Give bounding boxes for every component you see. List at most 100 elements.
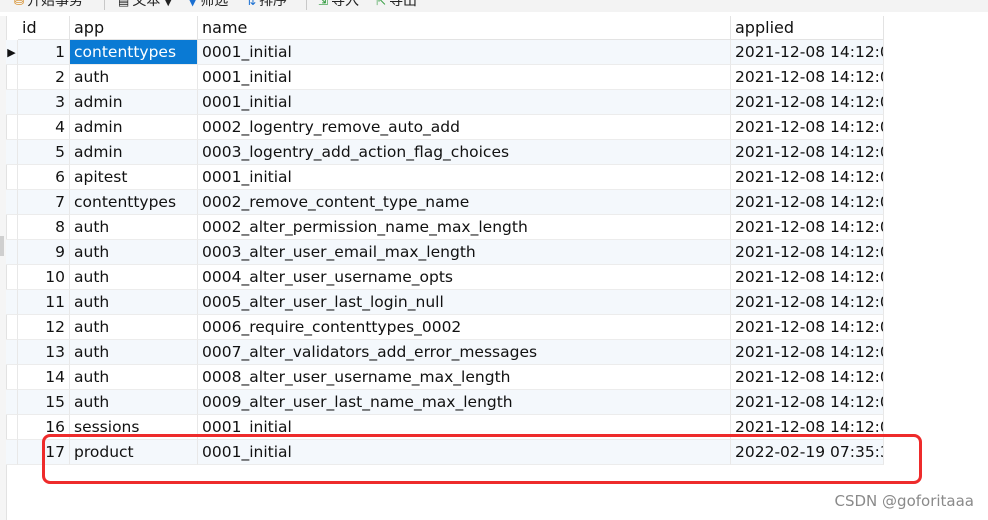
- cell-id[interactable]: 8: [18, 215, 70, 240]
- cell-app[interactable]: auth: [70, 315, 198, 340]
- begin-transaction-button[interactable]: ⛁ 开始事务: [14, 0, 83, 12]
- cell-app[interactable]: admin: [70, 90, 198, 115]
- table-row[interactable]: 9 auth 0003_alter_user_email_max_length 202…: [6, 240, 884, 265]
- cell-applied[interactable]: 2021-12-08 14:12:07: [731, 315, 884, 340]
- table-row[interactable]: ▶ 1 contenttypes 0001_initial 2021-12-08 14:…: [6, 40, 884, 65]
- table-row[interactable]: 6 apitest 0001_initial 2021-12-08 14:12:07: [6, 165, 884, 190]
- cell-applied[interactable]: 2021-12-08 14:12:07: [731, 365, 884, 390]
- cell-id[interactable]: 3: [18, 90, 70, 115]
- cell-id[interactable]: 11: [18, 290, 70, 315]
- cell-app[interactable]: auth: [70, 365, 198, 390]
- cell-applied[interactable]: 2021-12-08 14:12:07: [731, 115, 884, 140]
- cell-name[interactable]: 0004_alter_user_username_opts: [198, 265, 731, 290]
- cell-applied[interactable]: 2021-12-08 14:12:07: [731, 165, 884, 190]
- cell-applied[interactable]: 2021-12-08 14:12:07: [731, 40, 884, 65]
- cell-app[interactable]: auth: [70, 290, 198, 315]
- cell-applied[interactable]: 2021-12-08 14:12:07: [731, 215, 884, 240]
- cell-applied[interactable]: 2021-12-08 14:12:07: [731, 90, 884, 115]
- cell-name[interactable]: 0001_initial: [198, 415, 731, 440]
- cell-app[interactable]: auth: [70, 215, 198, 240]
- cell-app[interactable]: admin: [70, 140, 198, 165]
- cell-applied[interactable]: 2022-02-19 07:35:33: [731, 440, 884, 465]
- cell-id[interactable]: 7: [18, 190, 70, 215]
- cell-name[interactable]: 0002_logentry_remove_auto_add: [198, 115, 731, 140]
- cell-app[interactable]: apitest: [70, 165, 198, 190]
- cell-applied[interactable]: 2021-12-08 14:12:07: [731, 290, 884, 315]
- table-row[interactable]: 8 auth 0002_alter_permission_name_max_leng…: [6, 215, 884, 240]
- cell-app[interactable]: contenttypes: [70, 190, 198, 215]
- cell-id[interactable]: 4: [18, 115, 70, 140]
- cell-app[interactable]: contenttypes: [70, 40, 198, 65]
- cell-applied[interactable]: 2021-12-08 14:12:07: [731, 240, 884, 265]
- cell-name[interactable]: 0001_initial: [198, 440, 731, 465]
- toolbar: ⛁ 开始事务 ▤ 文本 ▼ ▼ 筛选 ⇅ 排序 ⇲ 导入 ⇱ 导出: [0, 0, 988, 12]
- table-row[interactable]: 14 auth 0008_alter_user_username_max_lengt…: [6, 365, 884, 390]
- cell-applied[interactable]: 2021-12-08 14:12:07: [731, 390, 884, 415]
- table-row[interactable]: 17 product 0001_initial 2022-02-19 07:35:33: [6, 440, 884, 465]
- panel-resize-handle[interactable]: [0, 236, 4, 256]
- cell-name[interactable]: 0007_alter_validators_add_error_messages: [198, 340, 731, 365]
- table-row[interactable]: 10 auth 0004_alter_user_username_opts 2021-…: [6, 265, 884, 290]
- table-row[interactable]: 12 auth 0006_require_contenttypes_0002 2021…: [6, 315, 884, 340]
- column-header-app[interactable]: app: [70, 16, 198, 40]
- cell-name[interactable]: 0009_alter_user_last_name_max_length: [198, 390, 731, 415]
- cell-id[interactable]: 1: [18, 40, 70, 65]
- cell-id[interactable]: 16: [18, 415, 70, 440]
- cell-name[interactable]: 0008_alter_user_username_max_length: [198, 365, 731, 390]
- column-header-name[interactable]: name: [198, 16, 731, 40]
- cell-applied[interactable]: 2021-12-08 14:12:07: [731, 265, 884, 290]
- cell-applied[interactable]: 2021-12-08 14:12:07: [731, 190, 884, 215]
- import-button[interactable]: ⇲ 导入: [318, 0, 359, 12]
- cell-name[interactable]: 0006_require_contenttypes_0002: [198, 315, 731, 340]
- cell-app[interactable]: sessions: [70, 415, 198, 440]
- cell-id[interactable]: 2: [18, 65, 70, 90]
- cell-app[interactable]: product: [70, 440, 198, 465]
- table-row[interactable]: 3 admin 0001_initial 2021-12-08 14:12:07: [6, 90, 884, 115]
- export-icon: ⇱: [376, 0, 387, 8]
- table-row[interactable]: 11 auth 0005_alter_user_last_login_null 202…: [6, 290, 884, 315]
- filter-button[interactable]: ▼ 筛选: [188, 0, 228, 12]
- cell-name[interactable]: 0003_alter_user_email_max_length: [198, 240, 731, 265]
- sort-button[interactable]: ⇅ 排序: [246, 0, 287, 12]
- cell-app[interactable]: auth: [70, 240, 198, 265]
- cell-name[interactable]: 0001_initial: [198, 65, 731, 90]
- column-header-id[interactable]: id: [18, 16, 70, 40]
- column-header-applied[interactable]: applied: [731, 16, 884, 40]
- table-row[interactable]: 15 auth 0009_alter_user_last_name_max_leng…: [6, 390, 884, 415]
- cell-app[interactable]: admin: [70, 115, 198, 140]
- cell-id[interactable]: 10: [18, 265, 70, 290]
- cell-name[interactable]: 0002_remove_content_type_name: [198, 190, 731, 215]
- row-indicator: [6, 165, 18, 190]
- cell-name[interactable]: 0003_logentry_add_action_flag_choices: [198, 140, 731, 165]
- cell-id[interactable]: 5: [18, 140, 70, 165]
- cell-id[interactable]: 13: [18, 340, 70, 365]
- cell-app[interactable]: auth: [70, 390, 198, 415]
- cell-name[interactable]: 0001_initial: [198, 165, 731, 190]
- cell-name[interactable]: 0005_alter_user_last_login_null: [198, 290, 731, 315]
- table-row[interactable]: 2 auth 0001_initial 2021-12-08 14:12:07: [6, 65, 884, 90]
- table-row[interactable]: 5 admin 0003_logentry_add_action_flag_choi…: [6, 140, 884, 165]
- export-button[interactable]: ⇱ 导出: [376, 0, 417, 12]
- cell-id[interactable]: 6: [18, 165, 70, 190]
- cell-app[interactable]: auth: [70, 265, 198, 290]
- cell-app[interactable]: auth: [70, 340, 198, 365]
- table-row[interactable]: 13 auth 0007_alter_validators_add_error_me…: [6, 340, 884, 365]
- cell-name[interactable]: 0002_alter_permission_name_max_length: [198, 215, 731, 240]
- cell-id[interactable]: 15: [18, 390, 70, 415]
- cell-app[interactable]: auth: [70, 65, 198, 90]
- table-row[interactable]: 7 contenttypes 0002_remove_content_type_na…: [6, 190, 884, 215]
- row-indicator: [6, 290, 18, 315]
- table-row[interactable]: 4 admin 0002_logentry_remove_auto_add 2021-…: [6, 115, 884, 140]
- cell-applied[interactable]: 2021-12-08 14:12:07: [731, 340, 884, 365]
- cell-id[interactable]: 9: [18, 240, 70, 265]
- cell-name[interactable]: 0001_initial: [198, 90, 731, 115]
- cell-applied[interactable]: 2021-12-08 14:12:07: [731, 65, 884, 90]
- cell-id[interactable]: 14: [18, 365, 70, 390]
- cell-name[interactable]: 0001_initial: [198, 40, 731, 65]
- cell-applied[interactable]: 2021-12-08 14:12:07: [731, 140, 884, 165]
- cell-applied[interactable]: 2021-12-08 14:12:08: [731, 415, 884, 440]
- text-button[interactable]: ▤ 文本 ▼: [118, 0, 172, 12]
- cell-id[interactable]: 12: [18, 315, 70, 340]
- table-row[interactable]: 16 sessions 0001_initial 2021-12-08 14:12:0…: [6, 415, 884, 440]
- cell-id[interactable]: 17: [18, 440, 70, 465]
